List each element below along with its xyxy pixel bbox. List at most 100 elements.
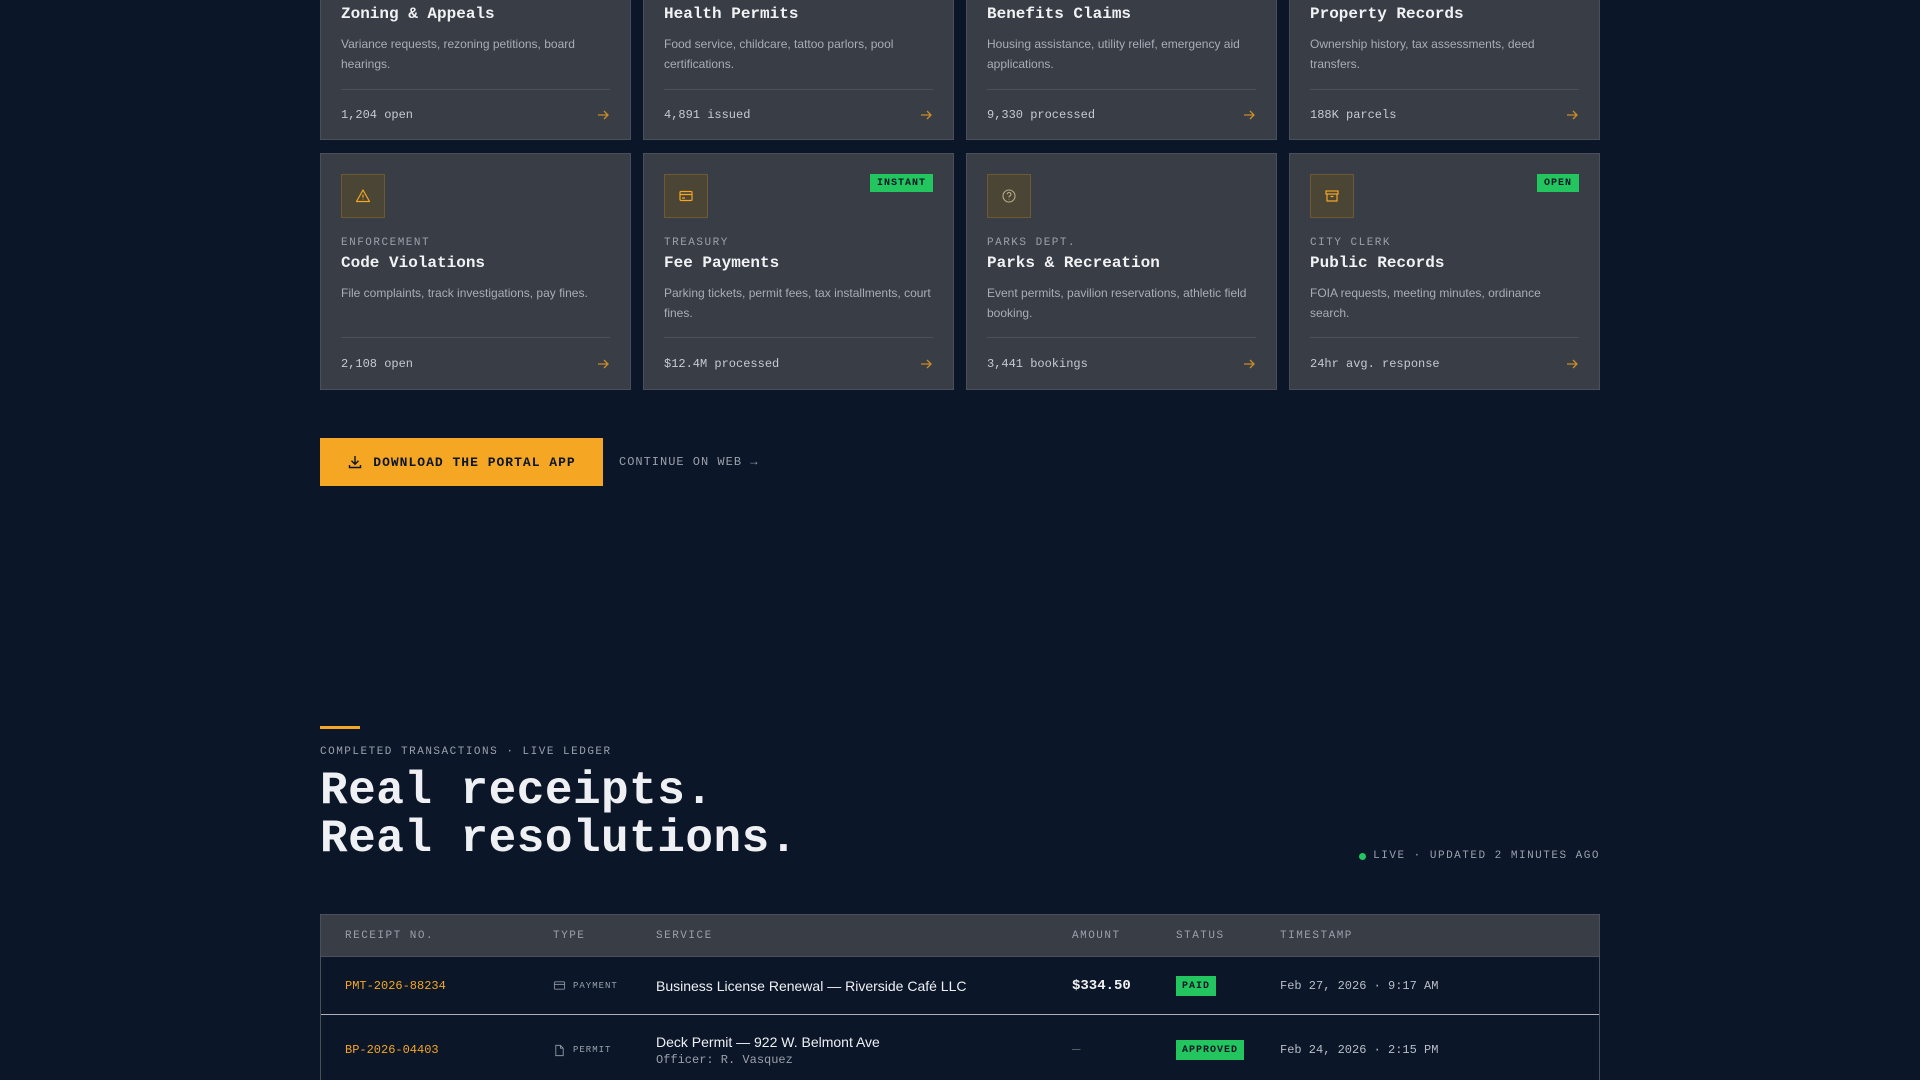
live-dot-icon (1359, 852, 1367, 860)
card-description: Variance requests, rezoning petitions, b… (341, 37, 575, 71)
card-eyebrow: TREASURY (664, 237, 729, 249)
arrow-right-icon[interactable] (596, 357, 610, 371)
card-stat: 3,441 bookings (987, 356, 1088, 371)
card-title: Parks & Recreation (987, 254, 1160, 272)
column-header-receipt[interactable]: RECEIPT NO. (345, 930, 434, 942)
section-title-line-2: Real resolutions. (320, 813, 798, 865)
card-public-records[interactable]: OPEN CITY CLERK Public Records FOIA requ… (1289, 153, 1600, 390)
arrow-right-icon[interactable] (1242, 357, 1256, 371)
transaction-type: PAYMENT (553, 979, 618, 992)
card-stat: 24hr avg. response (1310, 356, 1440, 371)
arrow-right-icon[interactable] (919, 357, 933, 371)
card-title: Health Permits (664, 5, 799, 23)
document-icon (555, 1044, 564, 1056)
table-row[interactable]: PMT-2026-88234 PAYMENT Business License … (321, 957, 1599, 1015)
column-header-status[interactable]: STATUS (1176, 930, 1225, 942)
archive-icon (1310, 174, 1354, 218)
card-eyebrow: CITY CLERK (1310, 237, 1392, 249)
section-title-line-1: Real receipts. (320, 765, 714, 817)
column-header-timestamp[interactable]: TIMESTAMP (1280, 930, 1353, 942)
card-stat: 9,330 processed (987, 107, 1096, 122)
card-description: Food service, childcare, tattoo parlors,… (664, 37, 894, 71)
card-title: Code Violations (341, 254, 486, 272)
live-indicator: LIVE · UPDATED 2 MINUTES AGO (1359, 850, 1600, 862)
section-title: Real receipts. Real resolutions. (320, 767, 798, 863)
amount: — (1072, 1042, 1081, 1058)
card-description: File complaints, track investigations, p… (341, 286, 588, 300)
download-app-button[interactable]: DOWNLOAD THE PORTAL APP (320, 438, 603, 486)
card-eyebrow: ENFORCEMENT (341, 237, 431, 249)
card-footer: $12.4M processed (664, 337, 933, 389)
card-footer: 24hr avg. response (1310, 337, 1579, 389)
arrow-right-icon[interactable] (1565, 357, 1579, 371)
timestamp: Feb 24, 2026 · 2:15 PM (1280, 1043, 1439, 1057)
section-accent-rule (320, 726, 360, 729)
cta-row: DOWNLOAD THE PORTAL APP CONTINUE ON WEB … (320, 438, 758, 486)
card-title: Zoning & Appeals (341, 5, 495, 23)
card-code-violations[interactable]: ENFORCEMENT Code Violations File complai… (320, 153, 631, 390)
service-cell: Business License Renewal — Riverside Caf… (656, 978, 966, 994)
card-fee-payments[interactable]: INSTANT TREASURY Fee Payments Parking ti… (643, 153, 954, 390)
amount: $334.50 (1072, 977, 1131, 994)
service-cards-row-2: ENFORCEMENT Code Violations File complai… (320, 153, 1600, 390)
transactions-table: RECEIPT NO. TYPE SERVICE AMOUNT STATUS T… (320, 914, 1600, 1080)
card-health-permits[interactable]: Health Permits Food service, childcare, … (643, 0, 954, 140)
column-header-type[interactable]: TYPE (553, 930, 585, 942)
help-circle-icon (987, 174, 1031, 218)
status-badge: OPEN (1536, 174, 1579, 192)
arrow-right-icon[interactable] (919, 108, 933, 122)
card-footer: 3,441 bookings (987, 337, 1256, 389)
card-description: Event permits, pavilion reservations, at… (987, 286, 1247, 320)
receipt-number[interactable]: BP-2026-04403 (345, 1043, 439, 1057)
status-badge: APPROVED (1176, 1040, 1245, 1060)
arrow-right-icon[interactable] (1565, 108, 1579, 122)
receipt-number[interactable]: PMT-2026-88234 (345, 979, 446, 993)
transaction-type: PERMIT (553, 1044, 611, 1057)
service-cards-row-1: Zoning & Appeals Variance requests, rezo… (320, 0, 1600, 140)
card-stat: 4,891 issued (664, 107, 751, 122)
credit-card-icon (664, 174, 708, 218)
card-title: Public Records (1310, 254, 1445, 272)
card-footer: 9,330 processed (987, 89, 1256, 139)
card-zoning-appeals[interactable]: Zoning & Appeals Variance requests, rezo… (320, 0, 631, 140)
arrow-right-icon[interactable] (596, 108, 610, 122)
service-officer: Officer: R. Vasquez (656, 1052, 793, 1067)
service-cell: Deck Permit — 922 W. Belmont Ave Officer… (656, 1034, 880, 1067)
column-header-amount[interactable]: AMOUNT (1072, 930, 1121, 942)
warning-icon (341, 174, 385, 218)
card-footer: 188K parcels (1310, 89, 1579, 139)
status-badge: INSTANT (869, 174, 933, 192)
status-badge: PAID (1176, 975, 1217, 996)
card-description: Ownership history, tax assessments, deed… (1310, 37, 1535, 71)
arrow-right-icon[interactable] (1242, 108, 1256, 122)
card-footer: 2,108 open (341, 337, 610, 389)
card-stat: 188K parcels (1310, 107, 1397, 122)
service-name: Deck Permit — 922 W. Belmont Ave (656, 1033, 880, 1050)
column-header-service[interactable]: SERVICE (656, 930, 713, 942)
card-title: Benefits Claims (987, 5, 1132, 23)
card-benefits-claims[interactable]: Benefits Claims Housing assistance, util… (966, 0, 1277, 140)
card-footer: 4,891 issued (664, 89, 933, 139)
credit-card-icon (553, 981, 566, 990)
card-footer: 1,204 open (341, 89, 610, 139)
transaction-type-label: PAYMENT (573, 980, 618, 991)
card-stat: 1,204 open (341, 107, 414, 122)
transaction-type-label: PERMIT (573, 1045, 612, 1055)
table-row[interactable]: BP-2026-04403 PERMIT Deck Permit — 922 W… (321, 1015, 1599, 1080)
download-icon (349, 456, 362, 469)
card-title: Property Records (1310, 5, 1464, 23)
continue-on-web-link[interactable]: CONTINUE ON WEB → (619, 455, 758, 469)
section-eyebrow: COMPLETED TRANSACTIONS · LIVE LEDGER (320, 746, 612, 758)
timestamp: Feb 27, 2026 · 9:17 AM (1280, 978, 1439, 993)
card-title: Fee Payments (664, 254, 780, 272)
card-property-records[interactable]: Property Records Ownership history, tax … (1289, 0, 1600, 140)
card-description: Parking tickets, permit fees, tax instal… (664, 286, 931, 320)
card-description: FOIA requests, meeting minutes, ordinanc… (1310, 286, 1541, 320)
card-stat: $12.4M processed (664, 356, 780, 371)
live-label: LIVE · UPDATED 2 MINUTES AGO (1373, 850, 1600, 862)
service-name: Business License Renewal — Riverside Caf… (656, 977, 967, 994)
card-parks-recreation[interactable]: PARKS DEPT. Parks & Recreation Event per… (966, 153, 1277, 390)
table-header: RECEIPT NO. TYPE SERVICE AMOUNT STATUS T… (321, 915, 1599, 957)
download-app-label: DOWNLOAD THE PORTAL APP (373, 454, 576, 470)
card-eyebrow: PARKS DEPT. (987, 237, 1077, 249)
